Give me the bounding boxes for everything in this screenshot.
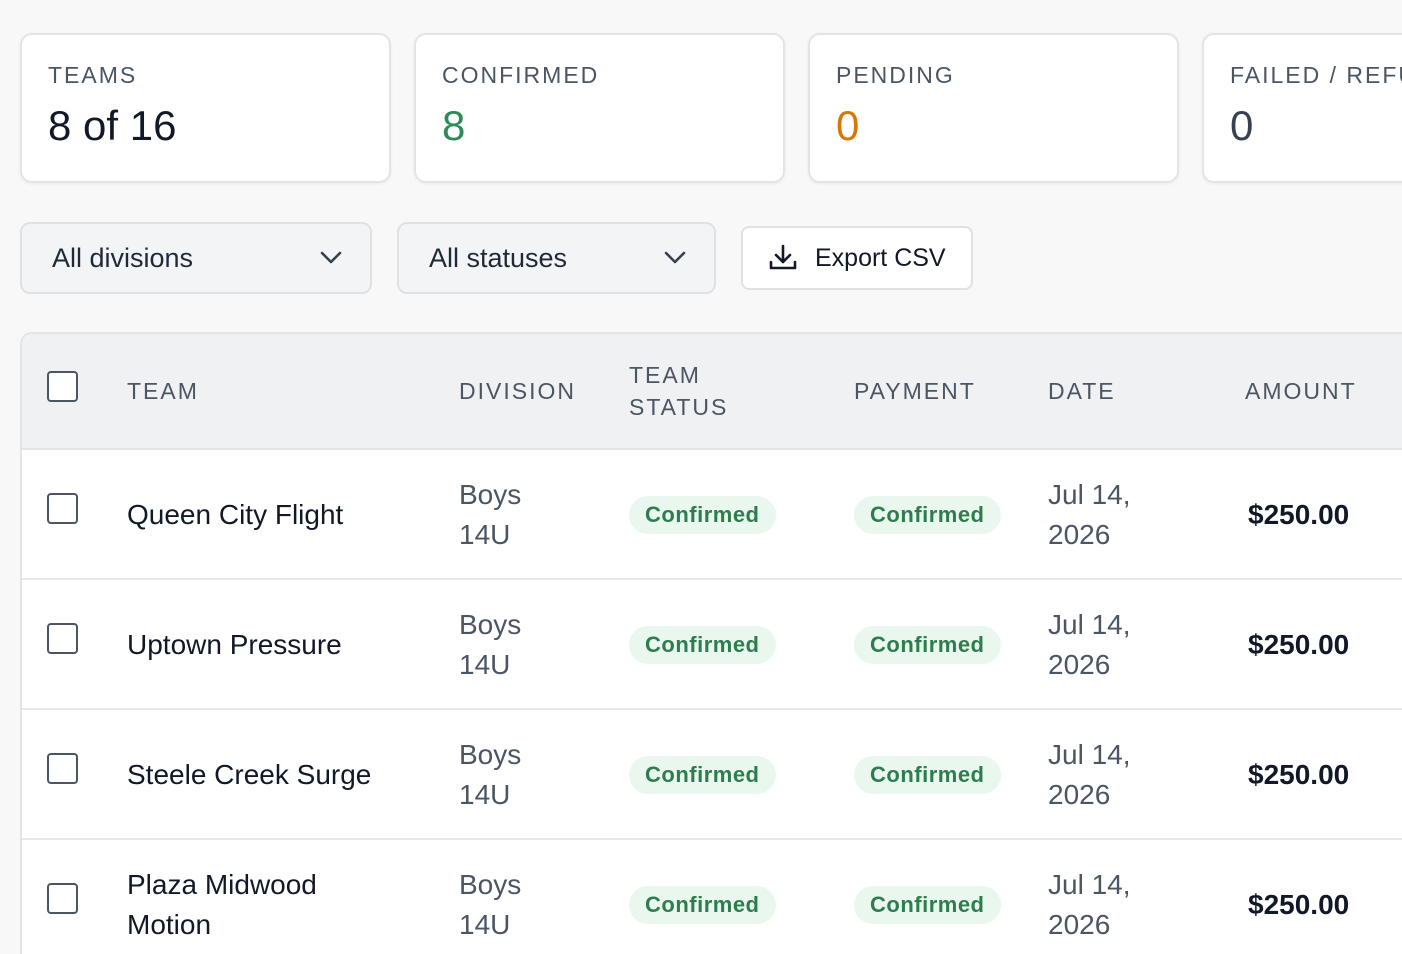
status-select-value: All statuses (429, 242, 568, 273)
table-row[interactable]: Queen City Flight Boys 14U Confirmed Con… (22, 450, 1402, 580)
header-date[interactable]: DATE (1048, 375, 1116, 407)
date-line: 2026 (1048, 519, 1111, 550)
date-line: Jul 14, (1048, 479, 1131, 510)
date-line: 2026 (1048, 909, 1111, 940)
header-team[interactable]: TEAM (127, 375, 199, 407)
date-line: Jul 14, (1048, 869, 1131, 900)
amount-cell: $250.00 (1248, 889, 1350, 920)
amount-cell: $250.00 (1248, 759, 1350, 790)
header-division[interactable]: DIVISION (459, 375, 576, 407)
date-cell: Jul 14, 2026 (1048, 865, 1131, 945)
division-cell: Boys 14U (459, 605, 521, 685)
team-status-badge: Confirmed (629, 626, 776, 664)
registrations-page: TEAMS 8 of 16 CONFIRMED 8 PENDING 0 FAIL… (0, 0, 1402, 954)
table-row[interactable]: Steele Creek Surge Boys 14U Confirmed Co… (22, 710, 1402, 840)
division-line: Boys (459, 739, 522, 770)
division-line: 14U (459, 779, 511, 810)
amount-cell: $250.00 (1248, 629, 1350, 660)
stat-label: CONFIRMED (442, 62, 600, 88)
stats-row: TEAMS 8 of 16 CONFIRMED 8 PENDING 0 FAIL… (20, 33, 1402, 183)
date-line: Jul 14, (1048, 739, 1131, 770)
status-select[interactable]: All statuses (397, 222, 716, 294)
registrations-table: TEAM DIVISION TEAM STATUS PAYMENT DATE A… (20, 332, 1402, 954)
team-status-badge: Confirmed (629, 496, 776, 534)
select-all-checkbox[interactable] (47, 371, 78, 402)
stat-card-teams: TEAMS 8 of 16 (20, 33, 391, 183)
header-team-status-line: STATUS (629, 394, 729, 420)
team-status-badge: Confirmed (629, 756, 776, 794)
filter-bar: All divisions All statuses Export CSV (20, 222, 973, 294)
division-line: Boys (459, 609, 522, 640)
stat-label: PENDING (836, 62, 955, 88)
date-line: Jul 14, (1048, 609, 1131, 640)
export-csv-label: Export CSV (815, 243, 946, 272)
payment-status-badge: Confirmed (854, 886, 1001, 924)
stat-label: TEAMS (48, 62, 138, 88)
stat-card-failed-refunded: FAILED / REFU 0 (1202, 33, 1402, 183)
date-line: 2026 (1048, 649, 1111, 680)
header-team-status-line: TEAM (629, 362, 701, 388)
team-name[interactable]: Uptown Pressure (127, 625, 417, 665)
row-checkbox[interactable] (47, 883, 78, 914)
team-status-badge: Confirmed (629, 886, 776, 924)
division-select-value: All divisions (52, 242, 194, 273)
chevron-down-icon (320, 251, 342, 264)
division-line: 14U (459, 649, 511, 680)
division-line: Boys (459, 869, 522, 900)
team-name-line: Plaza Midwood (127, 869, 317, 900)
team-name[interactable]: Plaza Midwood Motion (127, 865, 417, 945)
stat-value: 0 (1230, 102, 1254, 149)
stat-card-pending: PENDING 0 (808, 33, 1179, 183)
stat-label: FAILED / REFU (1230, 62, 1402, 88)
division-select[interactable]: All divisions (20, 222, 372, 294)
header-payment[interactable]: PAYMENT (854, 375, 976, 407)
export-csv-button[interactable]: Export CSV (741, 226, 973, 290)
payment-status-badge: Confirmed (854, 756, 1001, 794)
team-name-line: Motion (127, 909, 212, 940)
amount-cell: $250.00 (1248, 499, 1350, 530)
chevron-down-icon (664, 251, 686, 264)
date-cell: Jul 14, 2026 (1048, 475, 1131, 555)
division-line: 14U (459, 909, 511, 940)
division-line: 14U (459, 519, 511, 550)
table-row[interactable]: Uptown Pressure Boys 14U Confirmed Confi… (22, 580, 1402, 710)
payment-status-badge: Confirmed (854, 496, 1001, 534)
stat-card-confirmed: CONFIRMED 8 (414, 33, 785, 183)
download-icon (769, 244, 797, 270)
stat-value: 8 (442, 102, 466, 149)
team-name[interactable]: Queen City Flight (127, 495, 417, 535)
division-line: Boys (459, 479, 522, 510)
date-cell: Jul 14, 2026 (1048, 605, 1131, 685)
division-cell: Boys 14U (459, 865, 521, 945)
team-name[interactable]: Steele Creek Surge (127, 755, 417, 795)
table-row[interactable]: Plaza Midwood Motion Boys 14U Confirmed … (22, 840, 1402, 954)
date-line: 2026 (1048, 779, 1111, 810)
stat-value: 0 (836, 102, 860, 149)
row-checkbox[interactable] (47, 623, 78, 654)
date-cell: Jul 14, 2026 (1048, 735, 1131, 815)
header-team-status[interactable]: TEAM STATUS (629, 359, 728, 423)
division-cell: Boys 14U (459, 735, 521, 815)
payment-status-badge: Confirmed (854, 626, 1001, 664)
division-cell: Boys 14U (459, 475, 521, 555)
row-checkbox[interactable] (47, 493, 78, 524)
table-header: TEAM DIVISION TEAM STATUS PAYMENT DATE A… (22, 334, 1402, 450)
stat-value: 8 of 16 (48, 102, 177, 149)
header-amount[interactable]: AMOUNT (1245, 375, 1357, 407)
row-checkbox[interactable] (47, 753, 78, 784)
